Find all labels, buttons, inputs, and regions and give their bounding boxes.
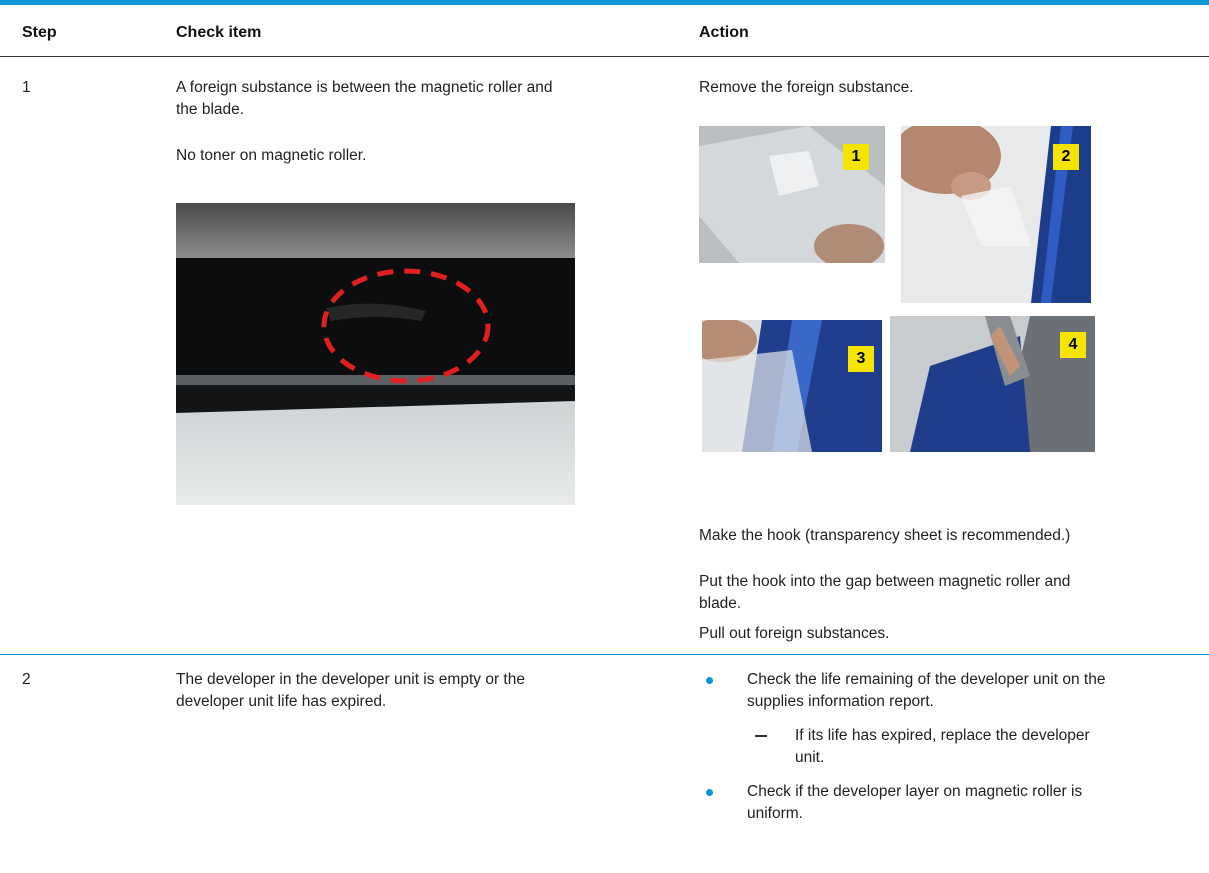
photo-2-number-badge: 2 [1053,144,1079,170]
dash-icon [755,735,767,737]
row1-action-line1: Remove the foreign substance. [699,79,914,96]
column-header-action: Action [699,24,749,41]
row2-check-line1: The developer in the developer unit is e… [176,671,525,688]
photo-4-number-badge: 4 [1060,332,1086,358]
procedure-photo-4: 4 [890,316,1095,452]
procedure-photo-1: 1 [699,126,885,263]
top-accent-bar [0,0,1209,5]
magnetic-roller-photo [176,203,575,505]
row2-bullet1-line1: Check the life remaining of the develope… [747,671,1106,688]
row1-check-line2: the blade. [176,101,245,118]
row1-action-line2: Make the hook (transparency sheet is rec… [699,527,1071,544]
bullet-icon [706,677,713,684]
procedure-photo-2: 2 [901,126,1091,303]
row1-action-line3b: blade. [699,595,742,612]
row2-bullet2-line2: uniform. [747,805,803,822]
row2-check-line2: developer unit life has expired. [176,693,387,710]
row1-action-line4: Pull out foreign substances. [699,625,890,642]
row2-sub1-line2: unit. [795,749,825,766]
photo-1-number-badge: 1 [843,144,869,170]
bullet-icon [706,789,713,796]
row2-bullet2-line1: Check if the developer layer on magnetic… [747,783,1083,800]
column-header-step: Step [22,24,57,41]
row1-check-line1: A foreign substance is between the magne… [176,79,553,96]
row-divider [0,654,1209,655]
row2-sub1-line1: If its life has expired, replace the dev… [795,727,1090,744]
column-header-check-item: Check item [176,24,262,41]
row2-bullet1-line2: supplies information report. [747,693,934,710]
row1-action-line3a: Put the hook into the gap between magnet… [699,573,1071,590]
photo-3-number-badge: 3 [848,346,874,372]
procedure-photo-3: 3 [702,320,882,452]
header-divider [0,56,1209,57]
row1-check-note: No toner on magnetic roller. [176,147,367,164]
row1-step: 1 [22,79,31,96]
row2-step: 2 [22,671,31,688]
